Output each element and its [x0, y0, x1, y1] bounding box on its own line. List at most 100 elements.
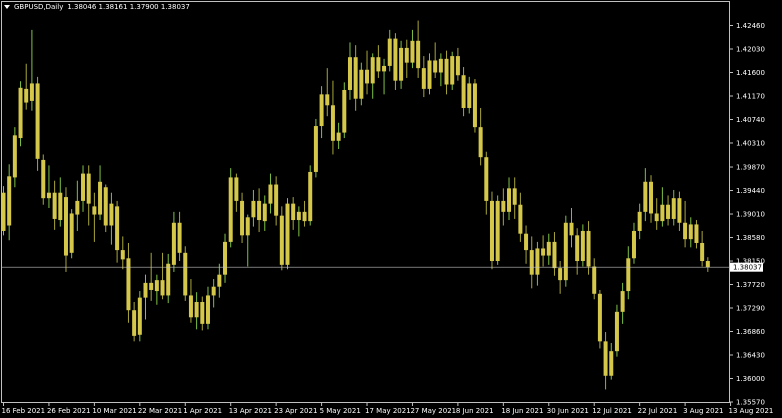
candle: [558, 261, 563, 294]
candle: [234, 173, 239, 212]
candle: [279, 206, 284, 271]
candle-body: [438, 58, 443, 73]
candle-body: [211, 286, 216, 296]
price-tick-label: 1.39440: [736, 187, 765, 195]
candle-body: [444, 58, 449, 85]
candle-body: [154, 280, 159, 292]
candle: [631, 222, 636, 264]
candle: [126, 242, 131, 323]
candle-body: [467, 83, 472, 109]
candle-body: [200, 302, 205, 324]
candle: [643, 168, 648, 222]
candle: [46, 165, 51, 209]
candle-body: [120, 250, 125, 260]
candle-body: [7, 176, 12, 226]
candle: [200, 296, 205, 331]
candle-body: [546, 241, 551, 256]
candle-body: [507, 188, 512, 212]
candle-body: [461, 75, 466, 109]
candle-body: [705, 261, 710, 268]
time-tick-label: 26 Feb 2021: [47, 407, 91, 415]
candle-body: [489, 200, 494, 262]
candle: [330, 80, 335, 155]
candle: [347, 42, 352, 100]
candle-body: [643, 181, 648, 212]
candle: [666, 195, 671, 226]
candle-body: [81, 173, 86, 201]
candle: [609, 342, 614, 380]
candle: [444, 50, 449, 95]
candle: [507, 177, 512, 221]
candle-body: [228, 177, 233, 242]
candle-body: [501, 200, 506, 212]
candlestick-chart[interactable]: 1.42460 1.42030 1.41600 1.41170 1.40740 1.403…: [0, 0, 782, 418]
candle-body: [58, 192, 63, 221]
candle: [472, 79, 477, 133]
candle: [217, 263, 222, 298]
candle: [319, 86, 324, 139]
time-tick-label: 30 Jun 2021: [547, 407, 589, 415]
candle: [569, 208, 574, 248]
candle: [81, 165, 86, 212]
candle: [694, 220, 699, 249]
candle-body: [478, 127, 483, 158]
price-tick-label: 1.36000: [736, 375, 765, 383]
candle-body: [274, 184, 279, 216]
candle: [546, 233, 551, 265]
candle: [75, 180, 80, 231]
candle-body: [205, 295, 210, 324]
candle-body: [234, 177, 239, 201]
candle: [433, 42, 438, 78]
candle: [149, 252, 154, 301]
time-tick-label: 22 Mar 2021: [138, 407, 182, 415]
candle: [52, 180, 57, 230]
candles-layer: [1, 20, 710, 390]
candle: [524, 225, 529, 264]
price-tick-label: 1.42030: [736, 45, 765, 53]
candle: [308, 165, 313, 226]
candle-body: [194, 302, 199, 318]
candle-body: [336, 132, 341, 141]
candle-body: [410, 40, 415, 63]
candle: [325, 68, 330, 117]
candle-body: [325, 94, 330, 106]
candle: [387, 29, 392, 72]
candle-body: [103, 187, 108, 226]
candle: [404, 39, 409, 78]
candle-body: [347, 57, 352, 90]
candle-body: [171, 222, 176, 265]
candle-body: [143, 282, 148, 298]
candle-body: [285, 203, 290, 265]
candle: [535, 241, 540, 286]
candle: [35, 76, 40, 171]
candle-body: [98, 181, 103, 215]
candle: [257, 188, 262, 233]
candle: [223, 233, 228, 283]
candle: [671, 189, 676, 226]
candle-body: [35, 83, 40, 159]
candle: [575, 228, 580, 275]
candle-body: [46, 192, 51, 199]
candle: [450, 51, 455, 90]
candle: [393, 33, 398, 90]
candle: [552, 232, 557, 276]
candle: [342, 82, 347, 139]
candle-body: [370, 57, 375, 84]
candle-body: [353, 57, 358, 99]
candle-body: [387, 38, 392, 66]
candle-body: [700, 242, 705, 262]
price-tick-label: 1.39870: [736, 164, 765, 172]
candle: [489, 191, 494, 270]
candle-body: [291, 203, 296, 221]
candle-body: [529, 250, 534, 275]
price-tick-label: 1.37720: [736, 281, 765, 289]
time-tick-label: 17 May 2021: [365, 407, 411, 415]
price-tick-label: 1.41170: [736, 92, 765, 100]
candle: [541, 235, 546, 267]
candle: [240, 192, 245, 243]
candle: [12, 127, 17, 188]
candle: [700, 230, 705, 267]
candle-body: [251, 200, 256, 218]
candle: [416, 20, 421, 78]
price-tick-label: 1.40310: [736, 139, 765, 147]
